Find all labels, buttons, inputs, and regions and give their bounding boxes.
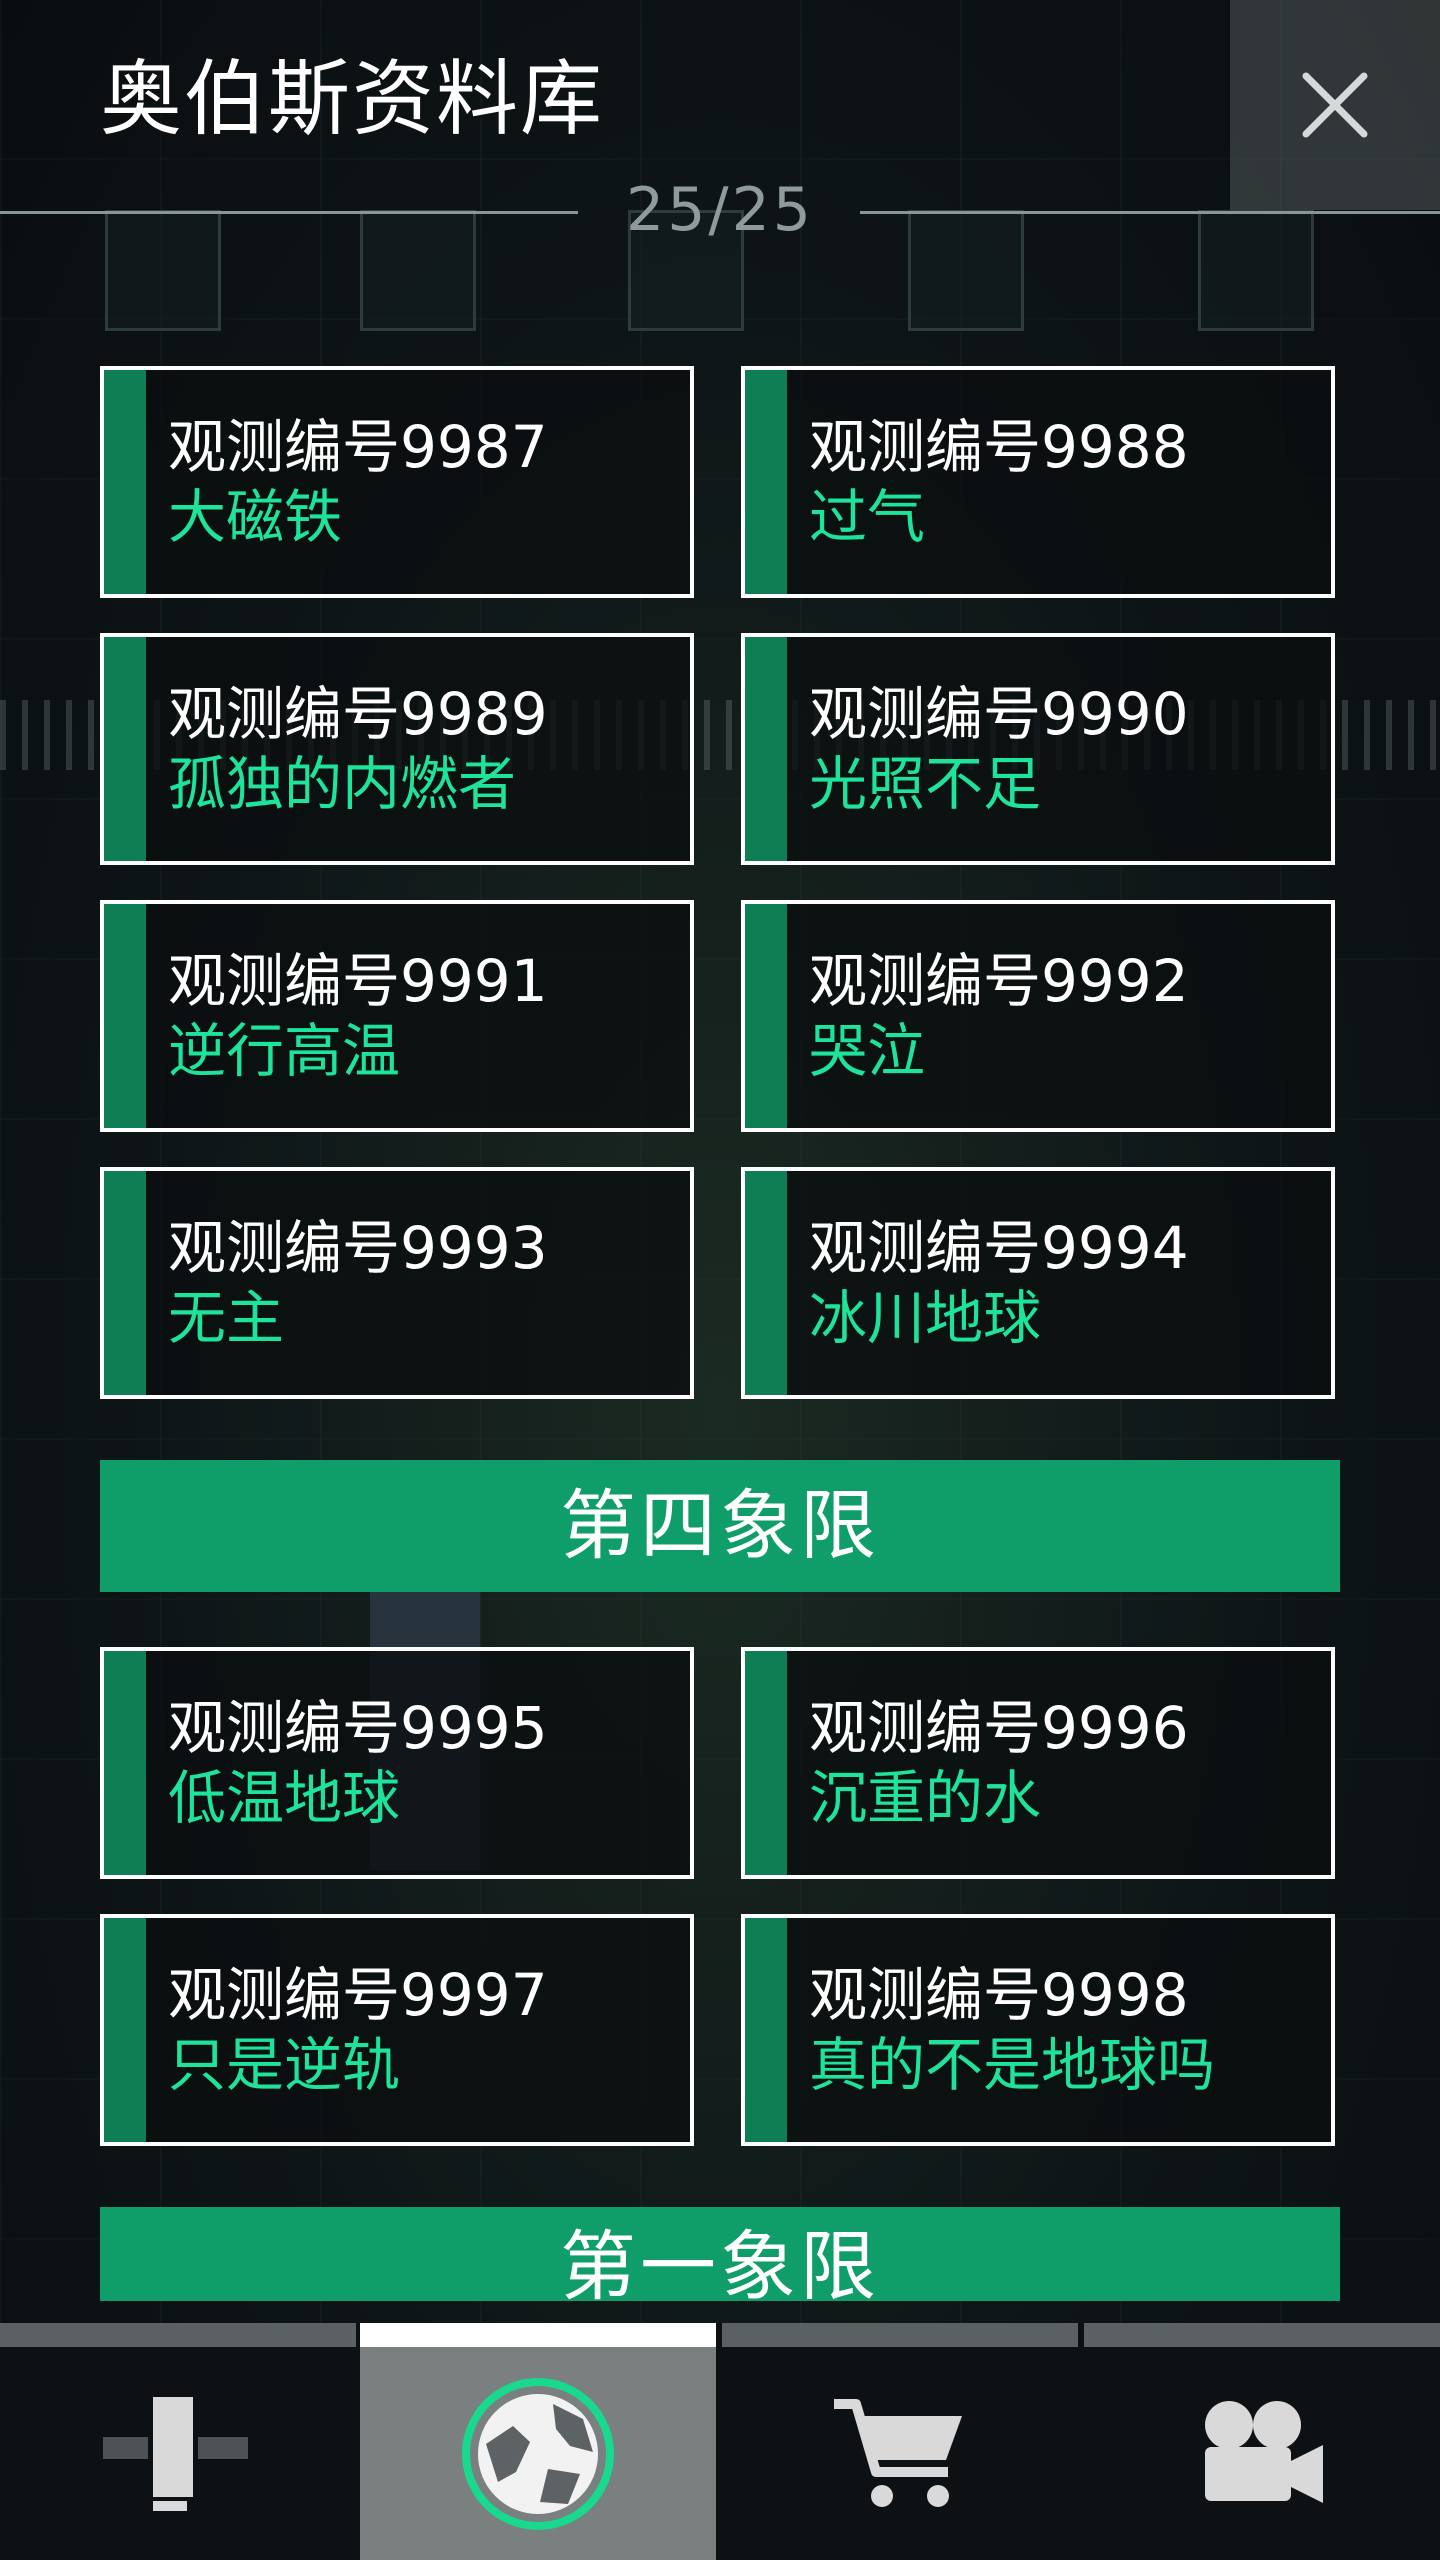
observation-name: 真的不是地球吗 — [809, 2031, 1216, 2099]
section-header-quadrant-4[interactable]: 第四象限 — [100, 1460, 1340, 1592]
cart-icon — [834, 2398, 962, 2507]
observation-code: 观测编号9998 — [809, 1961, 1189, 2029]
observation-card[interactable]: 观测编号9995 低温地球 — [100, 1647, 694, 1879]
observation-name: 孤独的内燃者 — [168, 750, 517, 818]
observation-code: 观测编号9996 — [809, 1694, 1189, 1762]
tab-indicator — [0, 2323, 356, 2347]
build-icon — [103, 2396, 248, 2511]
card-accent-bar — [745, 637, 787, 861]
observation-code: 观测编号9995 — [168, 1694, 548, 1762]
observation-name: 过气 — [809, 483, 926, 551]
observation-name: 冰川地球 — [809, 1284, 1042, 1352]
observation-card[interactable]: 观测编号9992 哭泣 — [741, 900, 1335, 1132]
header-divider-left — [0, 211, 578, 214]
background-panel — [360, 210, 476, 331]
bottom-nav — [0, 2323, 1440, 2560]
observation-name: 逆行高温 — [168, 1017, 401, 1085]
observation-name: 沉重的水 — [809, 1764, 1042, 1832]
card-accent-bar — [745, 370, 787, 594]
observation-code: 观测编号9991 — [168, 947, 548, 1015]
page-title: 奥伯斯资料库 — [100, 52, 605, 147]
observation-code: 观测编号9989 — [168, 680, 548, 748]
card-accent-bar — [104, 1651, 146, 1875]
header-divider-right — [860, 211, 1440, 214]
card-accent-bar — [104, 904, 146, 1128]
observation-code: 观测编号9993 — [168, 1214, 548, 1282]
card-accent-bar — [745, 1918, 787, 2142]
observation-name: 光照不足 — [809, 750, 1042, 818]
observation-name: 只是逆轨 — [168, 2031, 401, 2099]
background-panel — [1198, 210, 1314, 331]
observation-card[interactable]: 观测编号9989 孤独的内燃者 — [100, 633, 694, 865]
observation-name: 低温地球 — [168, 1764, 401, 1832]
observation-card[interactable]: 观测编号9990 光照不足 — [741, 633, 1335, 865]
observation-code: 观测编号9997 — [168, 1961, 548, 2029]
close-button[interactable] — [1230, 0, 1440, 210]
tab-planet[interactable] — [360, 2323, 716, 2560]
observation-code: 观测编号9990 — [809, 680, 1189, 748]
observation-card[interactable]: 观测编号9998 真的不是地球吗 — [741, 1914, 1335, 2146]
close-icon — [1302, 72, 1368, 138]
observation-name: 无主 — [168, 1284, 285, 1352]
observation-card[interactable]: 观测编号9987 大磁铁 — [100, 366, 694, 598]
tab-indicator — [360, 2323, 716, 2347]
background-panel — [908, 210, 1024, 331]
card-accent-bar — [104, 1171, 146, 1395]
observation-card[interactable]: 观测编号9994 冰川地球 — [741, 1167, 1335, 1399]
observation-code: 观测编号9988 — [809, 413, 1189, 481]
observation-code: 观测编号9994 — [809, 1214, 1189, 1282]
planet-icon — [462, 2377, 614, 2530]
background-panel — [105, 210, 221, 331]
card-accent-bar — [104, 637, 146, 861]
card-accent-bar — [104, 370, 146, 594]
tab-video[interactable] — [1084, 2323, 1440, 2560]
tab-shop[interactable] — [722, 2323, 1078, 2560]
section-header-next[interactable]: 第一象限 — [100, 2207, 1340, 2301]
page-counter: 25/25 — [626, 175, 814, 245]
tab-build[interactable] — [0, 2323, 356, 2560]
observation-name: 哭泣 — [809, 1017, 926, 1085]
observation-code: 观测编号9987 — [168, 413, 548, 481]
observation-name: 大磁铁 — [168, 483, 343, 551]
tab-indicator — [1084, 2323, 1440, 2347]
card-accent-bar — [745, 1171, 787, 1395]
observation-card[interactable]: 观测编号9997 只是逆轨 — [100, 1914, 694, 2146]
observation-card[interactable]: 观测编号9991 逆行高温 — [100, 900, 694, 1132]
observation-card[interactable]: 观测编号9988 过气 — [741, 366, 1335, 598]
card-accent-bar — [745, 1651, 787, 1875]
tab-indicator — [722, 2323, 1078, 2347]
card-accent-bar — [745, 904, 787, 1128]
observation-card[interactable]: 观测编号9993 无主 — [100, 1167, 694, 1399]
observation-card[interactable]: 观测编号9996 沉重的水 — [741, 1647, 1335, 1879]
video-camera-icon — [1205, 2400, 1323, 2503]
card-accent-bar — [104, 1918, 146, 2142]
observation-code: 观测编号9992 — [809, 947, 1189, 1015]
